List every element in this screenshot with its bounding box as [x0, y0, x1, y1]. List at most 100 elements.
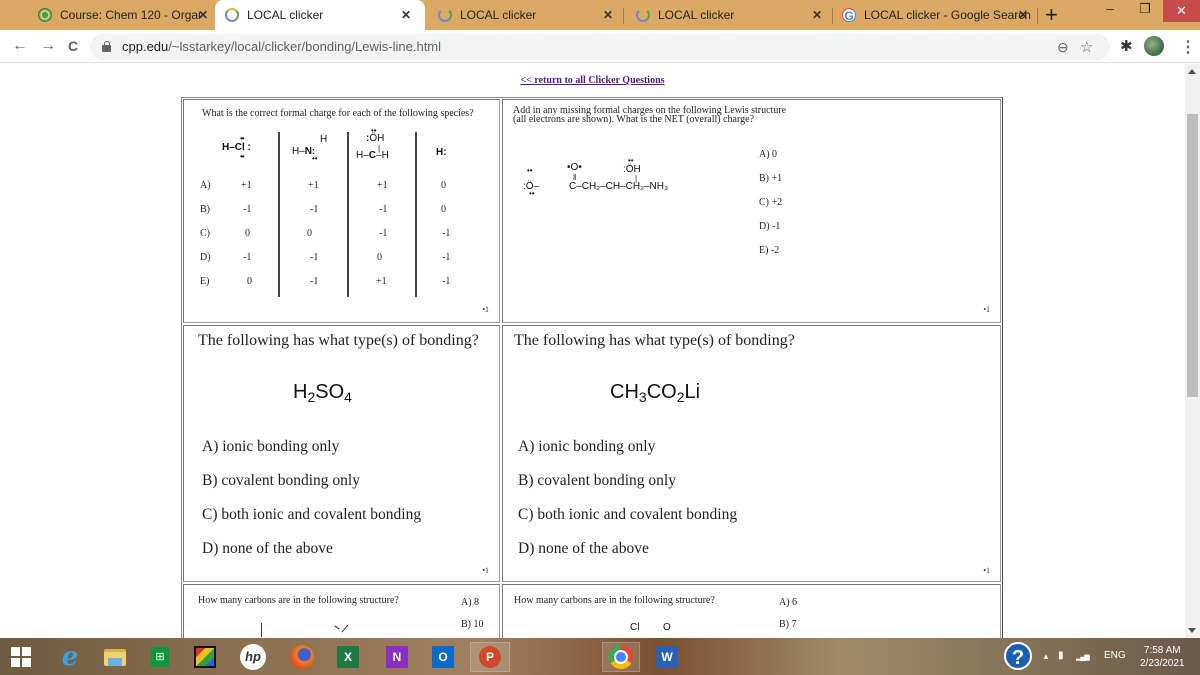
taskbar-chrome[interactable] [602, 642, 640, 672]
question-prompt: What is the correct formal charge for ea… [202, 108, 474, 119]
tab-local-clicker-active[interactable]: LOCAL clicker ✕ [215, 0, 425, 30]
option-a: A) ionic bonding only [518, 438, 656, 455]
answer-options: A) 0 B) +1 C) +2 D) -1 E) -2 [759, 149, 782, 269]
lewis-structure: •O• •• :ÖH ‖ | •• :Ö– C–CH₂–CH–CH₂–NH₃ •… [523, 156, 669, 198]
questions-table: What is the correct formal charge for ea… [181, 97, 1003, 638]
taskbar-firefox[interactable] [287, 642, 317, 672]
answer-row: D) -1 -1 0 -1 [200, 252, 451, 263]
hp-icon: hp [240, 644, 266, 670]
close-tab-icon[interactable]: ✕ [603, 8, 613, 22]
answer-options: A) 8 B) 10 [461, 597, 484, 638]
puzzle-icon [194, 646, 216, 668]
chrome-icon [609, 645, 633, 669]
volume-icon[interactable]: ▮ [1058, 650, 1064, 661]
tab-title: LOCAL clicker - Google Search [864, 8, 1031, 22]
question-prompt: How many carbons are in the following st… [198, 595, 399, 606]
forward-button[interactable]: → [40, 37, 56, 55]
loading-icon [225, 8, 239, 22]
note-marker: •1 [983, 566, 990, 575]
internet-explorer-icon: e [61, 642, 79, 672]
taskbar-powerpoint[interactable]: P [470, 642, 510, 672]
question-carbon-count-2: How many carbons are in the following st… [502, 584, 1001, 638]
network-signal-icon[interactable]: ▂▄▆ [1076, 653, 1090, 661]
window-close-button[interactable]: ✕ [1163, 0, 1200, 22]
bond-line [261, 623, 262, 637]
taskbar-internet-explorer[interactable]: e [55, 642, 85, 672]
lock-icon[interactable] [102, 41, 111, 52]
tray-overflow-icon[interactable]: ▲ [1042, 652, 1050, 661]
answer-row: A) +1 +1 +1 0 [200, 180, 446, 191]
outlook-icon: O [432, 646, 454, 668]
tab-local-clicker-2[interactable]: LOCAL clicker ✕ [428, 0, 623, 30]
google-icon: G [842, 8, 856, 23]
taskbar-store[interactable]: ⊞ [145, 642, 175, 672]
new-tab-button[interactable]: + [1045, 2, 1058, 28]
close-tab-icon[interactable]: ✕ [812, 8, 822, 22]
close-tab-icon[interactable]: ✕ [1018, 8, 1028, 22]
onenote-icon: N [386, 646, 408, 668]
option-a: A) 0 [759, 149, 778, 160]
question-carbon-count-1: How many carbons are in the following st… [183, 584, 500, 638]
windows-logo-icon [11, 647, 31, 667]
close-tab-icon[interactable]: ✕ [198, 8, 208, 22]
question-prompt: The following has what type(s) of bondin… [198, 332, 479, 349]
option-d: D) -1 [759, 221, 781, 232]
answer-row: B) -1 -1 -1 0 [200, 204, 446, 215]
help-icon[interactable]: ? [1004, 642, 1032, 670]
maximize-button[interactable]: ❐ [1130, 0, 1160, 22]
back-button[interactable]: ← [12, 37, 28, 55]
taskbar-word[interactable]: W [652, 642, 682, 672]
option-d: D) none of the above [518, 540, 649, 557]
taskbar-outlook[interactable]: O [428, 642, 458, 672]
answer-row: E) 0 -1 +1 -1 [200, 276, 451, 287]
firefox-icon [290, 645, 314, 669]
taskbar-excel[interactable]: X [333, 642, 363, 672]
answer-options: A) ionic bonding only B) covalent bondin… [202, 438, 421, 574]
tab-title: Course: Chem 120 - Organic Che [60, 8, 200, 22]
reload-button[interactable]: C [68, 38, 78, 54]
note-marker: •1 [983, 305, 990, 314]
tab-chem120[interactable]: Course: Chem 120 - Organic Che ✕ [28, 0, 218, 30]
structure-hydride: H: [436, 147, 447, 158]
scroll-up-arrow-icon[interactable] [1188, 69, 1196, 74]
start-button[interactable] [6, 642, 36, 672]
return-to-questions-link[interactable]: << return to all Clicker Questions [0, 75, 1185, 86]
scroll-down-arrow-icon[interactable] [1188, 628, 1196, 633]
vertical-scrollbar[interactable] [1185, 64, 1200, 638]
tab-google-search[interactable]: G LOCAL clicker - Google Search ✕ [832, 0, 1038, 30]
tab-local-clicker-3[interactable]: LOCAL clicker ✕ [626, 0, 832, 30]
scroll-thumb[interactable] [1187, 114, 1198, 397]
option-b: B) 7 [779, 619, 797, 630]
extensions-icon[interactable]: ✱ [1120, 37, 1133, 55]
bookmark-star-icon[interactable]: ☆ [1080, 38, 1093, 56]
taskbar-hp[interactable]: hp [238, 642, 268, 672]
excel-icon: X [337, 646, 359, 668]
url-text[interactable]: cpp.edu/~lsstarkey/local/clicker/bonding… [122, 39, 441, 54]
taskbar-file-explorer[interactable] [100, 642, 130, 672]
option-d: D) none of the above [202, 540, 333, 557]
clock-time: 7:58 AM [1143, 645, 1181, 656]
question-prompt: The following has what type(s) of bondin… [514, 332, 795, 349]
option-a: A) 6 [779, 597, 798, 608]
language-indicator[interactable]: ENG [1104, 650, 1126, 661]
powerpoint-icon: P [479, 646, 501, 668]
structure-label-o: O [663, 622, 671, 633]
profile-avatar[interactable] [1144, 36, 1164, 56]
tab-separator [1037, 8, 1038, 24]
menu-icon[interactable]: ⋮ [1180, 37, 1196, 57]
taskbar-onenote[interactable]: N [382, 642, 412, 672]
store-icon: ⊞ [151, 647, 169, 667]
structure-hcl: •• H–Cl : •• [222, 134, 251, 161]
system-clock[interactable]: 7:58 AM 2/23/2021 [1140, 644, 1185, 670]
answer-options: A) ionic bonding only B) covalent bondin… [518, 438, 737, 574]
tab-strip: Course: Chem 120 - Organic Che ✕ LOCAL c… [0, 0, 1200, 30]
address-bar[interactable]: cpp.edu/~lsstarkey/local/clicker/bonding… [90, 34, 1110, 60]
minimize-button[interactable]: – [1095, 0, 1125, 22]
moodle-icon [38, 8, 52, 22]
question-prompt: Add in any missing formal charges on the… [513, 105, 787, 125]
taskbar-puzzle-app[interactable] [190, 642, 220, 672]
zoom-icon[interactable]: ⊖ [1057, 39, 1069, 56]
close-tab-icon[interactable]: ✕ [401, 8, 411, 22]
question-bonding-lithium-acetate: The following has what type(s) of bondin… [502, 325, 1001, 582]
question-formal-charge: What is the correct formal charge for ea… [183, 99, 500, 323]
